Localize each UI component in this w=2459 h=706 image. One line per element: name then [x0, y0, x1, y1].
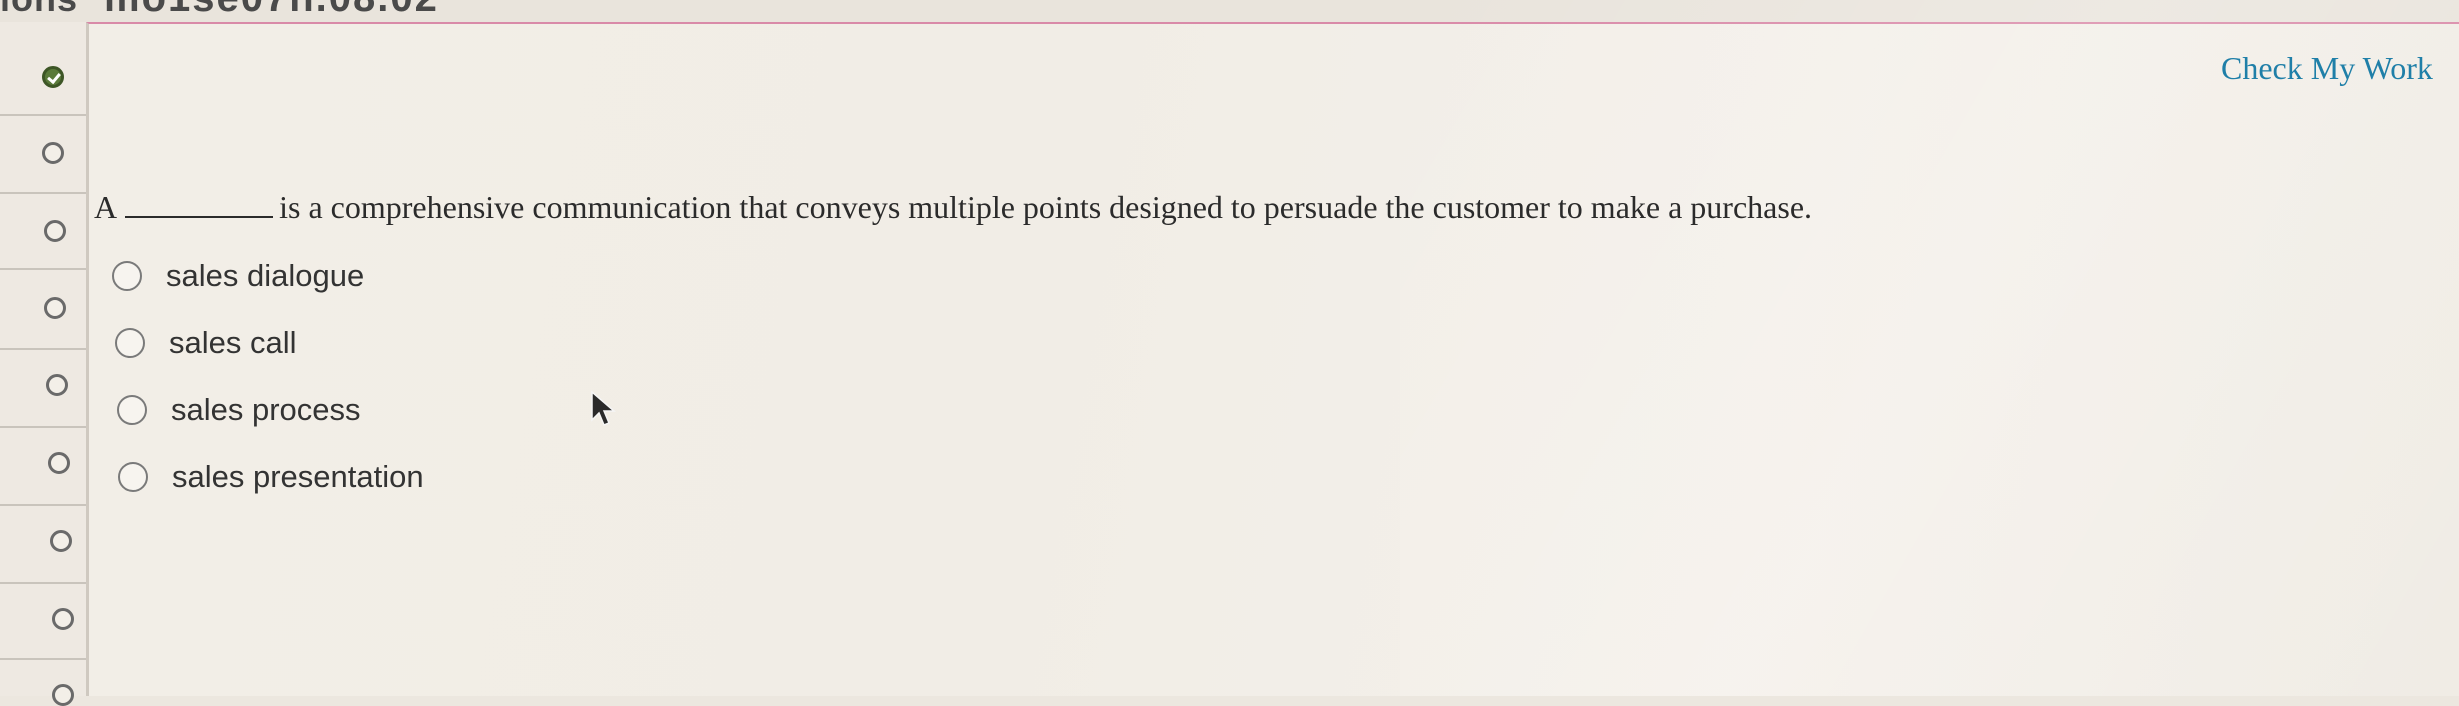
nav-divider: [0, 658, 88, 660]
nav-divider: [0, 114, 88, 116]
question-nav-radio-icon[interactable]: [48, 452, 70, 474]
question-navigation-sidebar: [0, 22, 88, 706]
question-nav-radio-icon[interactable]: [46, 374, 68, 396]
option-sales-dialogue[interactable]: sales dialogue: [112, 258, 364, 294]
option-sales-process[interactable]: sales process: [117, 392, 361, 428]
section-label: ions: [0, 0, 78, 20]
question-nav-radio-icon[interactable]: [44, 297, 66, 319]
nav-divider: [0, 348, 88, 350]
completed-check-icon[interactable]: [42, 66, 64, 88]
option-sales-presentation[interactable]: sales presentation: [118, 459, 424, 495]
question-nav-radio-icon[interactable]: [52, 684, 74, 706]
option-label: sales dialogue: [166, 258, 365, 293]
mouse-cursor-icon: [591, 390, 617, 426]
nav-divider: [0, 426, 88, 428]
question-nav-radio-icon[interactable]: [52, 608, 74, 630]
radio-button[interactable]: [118, 462, 148, 492]
question-text: Ais a comprehensive communication that c…: [94, 188, 1812, 226]
nav-divider: [0, 504, 88, 506]
option-sales-call[interactable]: sales call: [115, 325, 297, 361]
question-prefix: A: [94, 189, 118, 225]
question-suffix: is a comprehensive communication that co…: [279, 189, 1813, 225]
option-label: sales presentation: [172, 459, 424, 494]
radio-button[interactable]: [115, 328, 145, 358]
answer-blank: [125, 188, 274, 218]
check-my-work-link[interactable]: Check My Work: [2221, 50, 2433, 87]
question-id: mo1se07n.08.02: [104, 0, 439, 21]
radio-button[interactable]: [117, 395, 147, 425]
radio-button[interactable]: [112, 261, 142, 291]
nav-divider: [0, 268, 88, 270]
question-nav-radio-icon[interactable]: [44, 220, 66, 242]
question-nav-radio-icon[interactable]: [50, 530, 72, 552]
question-panel: [86, 22, 2459, 696]
nav-divider: [0, 582, 88, 584]
question-nav-radio-icon[interactable]: [42, 142, 64, 164]
option-label: sales process: [171, 392, 361, 427]
option-label: sales call: [169, 325, 297, 360]
top-header-strip: ions mo1se07n.08.02: [0, 0, 2459, 22]
nav-divider: [0, 192, 88, 194]
